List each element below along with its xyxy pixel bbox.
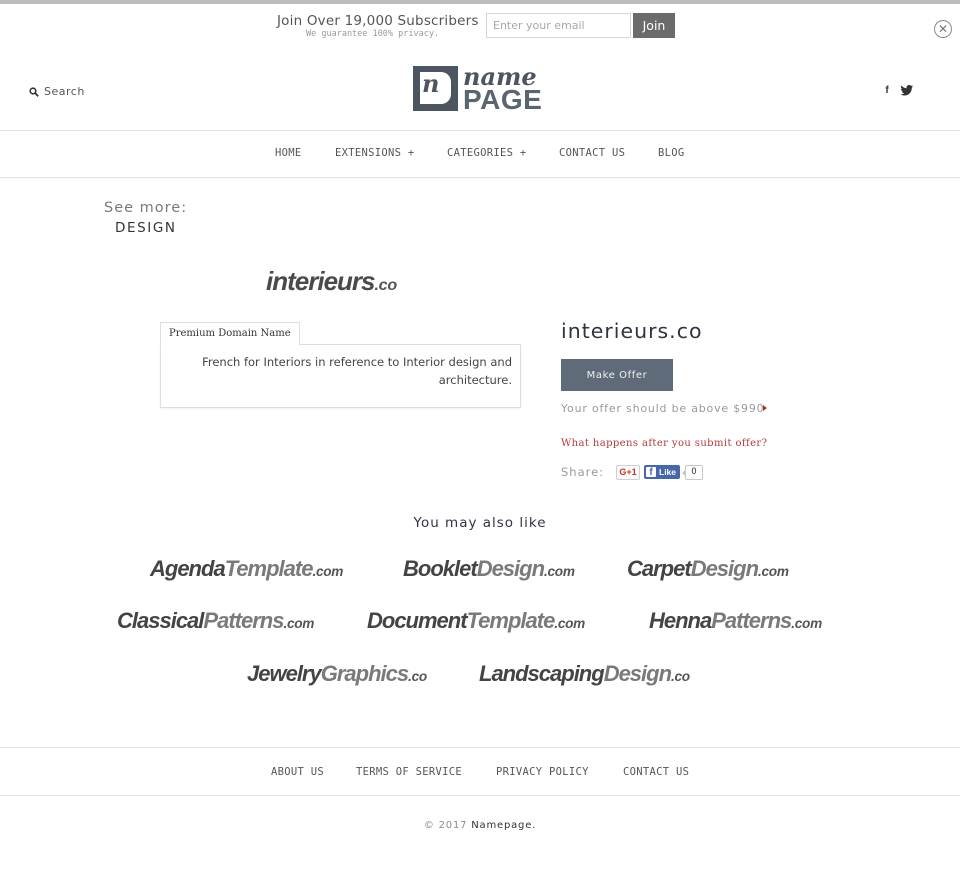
nav-item-blog[interactable]: BLOG (658, 147, 685, 159)
related-domains-title: You may also like (413, 515, 547, 531)
footer-nav: ABOUT US TERMS OF SERVICE PRIVACY POLICY… (0, 747, 960, 796)
search-label: Search (44, 85, 85, 98)
copyright-brand-link[interactable]: Namepage. (471, 820, 536, 831)
see-more-label: See more: (104, 200, 188, 216)
facebook-like-label: Like (659, 467, 677, 477)
nav-item-categories[interactable]: CATEGORIES + (447, 147, 526, 159)
see-more-category-link[interactable]: DESIGN (115, 220, 177, 236)
domain-logo-tld: .co (374, 276, 398, 294)
related-domain-link[interactable]: HennaPatterns.com (649, 608, 822, 634)
newsletter-email-input[interactable] (486, 13, 631, 38)
twitter-icon[interactable] (900, 84, 914, 96)
related-domain-link[interactable]: JewelryGraphics.co (247, 661, 427, 687)
nav-item-home[interactable]: HOME (275, 147, 302, 159)
share-label: Share: (561, 465, 605, 479)
facebook-icon: f (646, 467, 656, 478)
offer-minimum-note: Your offer should be above $990 (561, 402, 765, 415)
logo-letter: n (422, 69, 440, 98)
main-nav: HOME EXTENSIONS + CATEGORIES + CONTACT U… (0, 131, 960, 178)
related-domain-link[interactable]: CarpetDesign.com (627, 556, 789, 582)
site-logo[interactable]: n name PAGE (413, 62, 549, 115)
footer-link-about-us[interactable]: ABOUT US (271, 766, 324, 778)
newsletter-subtitle: We guarantee 100% privacy. (306, 29, 440, 39)
logo-mark: n (413, 66, 458, 111)
nav-item-extensions[interactable]: EXTENSIONS + (335, 147, 414, 159)
footer-link-terms[interactable]: TERMS OF SERVICE (356, 766, 462, 778)
search-button[interactable]: Search (29, 85, 85, 98)
newsletter-join-button[interactable]: Join (633, 13, 675, 38)
newsletter-title: Join Over 19,000 Subscribers (277, 13, 479, 29)
domain-logo-name: interieurs (266, 266, 375, 296)
related-domain-link[interactable]: DocumentTemplate.com (367, 608, 585, 634)
newsletter-bar: Join Over 19,000 Subscribers We guarante… (0, 4, 960, 44)
facebook-like-count: 0 (682, 465, 703, 480)
related-domain-link[interactable]: ClassicalPatterns.com (117, 608, 314, 634)
search-icon (29, 86, 39, 97)
make-offer-button[interactable]: Make Offer (561, 359, 673, 391)
twitter-bird-icon (900, 85, 913, 96)
copyright: © 2017 Namepage. (0, 820, 960, 831)
tab-premium-domain-name[interactable]: Premium Domain Name (160, 322, 300, 346)
google-plus-button[interactable]: G+1 (616, 465, 640, 480)
domain-name-heading: interieurs.co (561, 319, 703, 343)
domain-description: French for Interiors in reference to Int… (202, 355, 512, 387)
nav-item-contact-us[interactable]: CONTACT US (559, 147, 625, 159)
facebook-like-button[interactable]: f Like (644, 465, 680, 479)
footer-link-contact-us[interactable]: CONTACT US (623, 766, 689, 778)
logo-word-bottom: PAGE (463, 84, 543, 115)
domain-description-panel: French for Interiors in reference to Int… (160, 344, 521, 408)
caret-right-icon[interactable] (763, 405, 767, 411)
offer-help-link[interactable]: What happens after you submit offer? (561, 438, 767, 449)
related-domain-link[interactable]: LandscapingDesign.co (479, 661, 690, 687)
related-domain-link[interactable]: BookletDesign.com (403, 556, 575, 582)
copyright-year: © 2017 (423, 820, 468, 831)
domain-logo: interieurs.co (266, 266, 397, 297)
close-icon[interactable]: ✕ (934, 20, 952, 38)
related-domain-link[interactable]: AgendaTemplate.com (150, 556, 343, 582)
facebook-icon[interactable]: f (883, 84, 891, 96)
site-header: Search n name PAGE f (0, 44, 960, 131)
footer-link-privacy[interactable]: PRIVACY POLICY (496, 766, 589, 778)
